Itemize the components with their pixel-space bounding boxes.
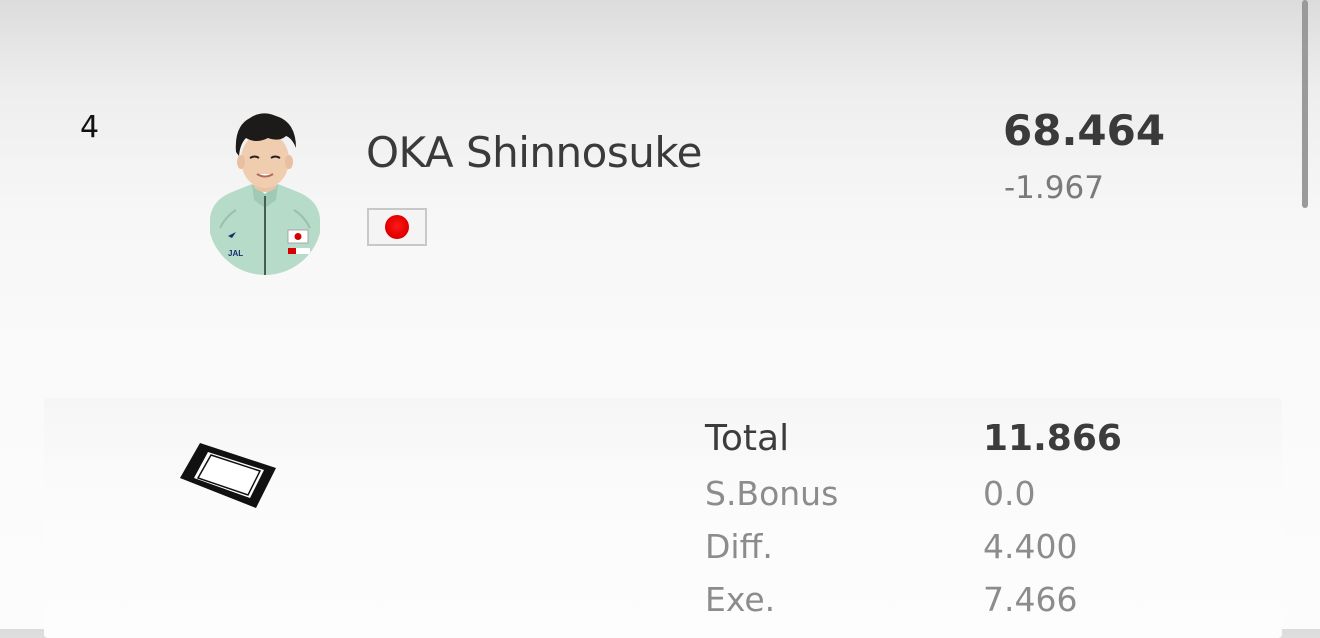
floor-apparatus-icon — [178, 440, 278, 510]
total-label: Total — [705, 418, 790, 459]
athlete-avatar: JAL — [206, 108, 324, 278]
total-score: 68.464 — [1003, 106, 1166, 155]
bonus-value: 0.0 — [983, 474, 1036, 513]
execution-row: Exe. 7.466 — [705, 580, 1165, 619]
difficulty-row: Diff. 4.400 — [705, 527, 1165, 580]
rank-number: 4 — [80, 110, 100, 145]
japan-flag-icon — [367, 208, 427, 246]
bonus-row: S.Bonus 0.0 — [705, 474, 1165, 527]
execution-value: 7.466 — [983, 580, 1078, 619]
difficulty-label: Diff. — [705, 527, 773, 566]
athlete-name: OKA Shinnosuke — [366, 128, 703, 177]
bonus-label: S.Bonus — [705, 474, 839, 513]
vertical-scrollbar[interactable] — [1302, 0, 1308, 208]
score-difference: -1.967 — [1004, 170, 1104, 206]
total-row: Total 11.866 — [705, 418, 1165, 474]
execution-label: Exe. — [705, 580, 776, 619]
total-value: 11.866 — [983, 418, 1122, 459]
difficulty-value: 4.400 — [983, 527, 1078, 566]
score-breakdown: Total 11.866 S.Bonus 0.0 Diff. 4.400 Exe… — [705, 418, 1165, 619]
svg-text:JAL: JAL — [228, 249, 243, 258]
